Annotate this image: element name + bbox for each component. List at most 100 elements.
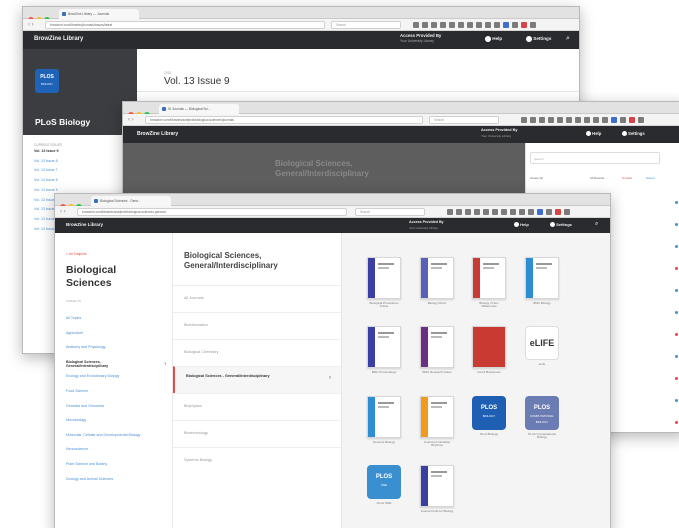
journal-thumbnail[interactable]: Journal of Circadian Rhythms	[420, 396, 456, 448]
forward-icon[interactable]: ›	[64, 209, 66, 215]
extension-icon[interactable]	[465, 209, 471, 215]
extension-icon[interactable]	[492, 209, 498, 215]
category-item[interactable]: Agriculture	[66, 331, 166, 347]
extension-icon[interactable]	[584, 117, 590, 123]
url-bar[interactable]: browzine.com/libraries/subjects/biologic…	[145, 116, 423, 124]
extension-icon[interactable]	[413, 22, 419, 28]
extension-icon[interactable]	[449, 22, 455, 28]
subject-item[interactable]: All Journals	[173, 285, 341, 312]
category-item[interactable]: Microbiology	[66, 418, 166, 434]
category-item[interactable]: Neuroscience	[66, 447, 166, 463]
category-item[interactable]: Molecular, Cellular and Developmental Bi…	[66, 433, 166, 449]
category-item[interactable]: Ecology and Evolutionary Biology	[66, 375, 166, 390]
journal-thumbnail[interactable]: eLIFE eLife	[525, 326, 561, 366]
panel-search-input[interactable]: Search	[530, 152, 660, 164]
help-button[interactable]: Help	[586, 131, 601, 137]
extension-icon[interactable]	[575, 117, 581, 123]
extension-icon[interactable]	[557, 117, 563, 123]
journal-thumbnail[interactable]: PLOS COMPUTATIONAL BIOLOGY PLoS Computatio…	[525, 396, 561, 440]
extension-icon[interactable]	[620, 117, 626, 123]
browser-search-field[interactable]: Search	[429, 116, 499, 124]
forward-icon[interactable]: ›	[132, 117, 134, 123]
journal-thumbnail[interactable]: Biological Procedures Online	[367, 257, 403, 309]
extension-icon[interactable]	[537, 209, 543, 215]
category-item-active[interactable]: Biological Sciences, General/Interdiscip…	[66, 360, 166, 376]
settings-button[interactable]: Settings	[622, 131, 645, 137]
extension-icon[interactable]	[483, 209, 489, 215]
category-item[interactable]: Genetics and Genomics	[66, 404, 166, 420]
back-icon[interactable]: ‹	[28, 22, 30, 28]
subject-item[interactable]: Biophysics	[173, 393, 341, 420]
extension-icon[interactable]	[458, 22, 464, 28]
journal-thumbnail[interactable]: BMC Proceedings	[367, 326, 403, 374]
browser-tab[interactable]: Biological Sciences - Gene...	[91, 196, 171, 206]
extension-icon[interactable]	[519, 209, 525, 215]
journal-thumbnail[interactable]: Genome Biology	[367, 396, 403, 444]
help-button[interactable]: Help	[514, 222, 529, 228]
issue-item[interactable]: Vol. 13 Issue 6	[23, 176, 137, 186]
journal-thumbnail[interactable]: Biology Direct	[420, 257, 456, 305]
extension-icon[interactable]	[456, 209, 462, 215]
back-icon[interactable]: ‹	[60, 209, 62, 215]
extension-icon[interactable]	[530, 117, 536, 123]
brand-logo[interactable]: BrowZine Library	[34, 36, 83, 42]
extension-icon[interactable]	[566, 117, 572, 123]
extension-icon[interactable]	[512, 22, 518, 28]
category-item[interactable]: Zoology and Animal Sciences	[66, 477, 166, 493]
journal-thumbnail[interactable]: Journal Code for Biology	[420, 465, 456, 513]
extension-icon[interactable]	[528, 209, 534, 215]
breadcrumb[interactable]: < All Subjects	[66, 252, 86, 256]
extension-icon[interactable]	[546, 209, 552, 215]
extension-icon[interactable]	[494, 22, 500, 28]
browser-tab[interactable]: BrowZine Library — Journals	[59, 9, 139, 19]
extension-icon[interactable]	[467, 22, 473, 28]
extension-icon[interactable]	[485, 22, 491, 28]
extension-icon[interactable]	[503, 22, 509, 28]
journal-thumbnail[interactable]: BMC Research Notes	[420, 326, 456, 374]
search-icon[interactable]: ⌕	[595, 221, 598, 228]
brand-logo[interactable]: BrowZine Library	[137, 131, 178, 137]
journal-thumbnail[interactable]: PLOS ONE PLoS ONE	[367, 465, 403, 505]
browser-tab[interactable]: St Journals — Biological Sci...	[159, 104, 239, 114]
journal-thumbnail[interactable]: Biology of Sex Differences	[472, 257, 508, 309]
subject-item[interactable]: Biotechnology	[173, 420, 341, 447]
search-icon[interactable]: ⌕	[566, 35, 570, 43]
category-item[interactable]: All Topics	[66, 316, 166, 332]
extension-icon[interactable]	[521, 117, 527, 123]
menu-icon[interactable]	[564, 209, 570, 215]
subject-item-active[interactable]: Biological Sciences - General/Interdisci…	[173, 366, 341, 393]
filter-unread[interactable]: Unread	[622, 176, 632, 180]
journal-thumbnail[interactable]: BMC Biology	[525, 257, 561, 305]
category-item[interactable]: Food Science	[66, 389, 166, 405]
extension-icon[interactable]	[555, 209, 561, 215]
browser-search-field[interactable]: Search	[331, 21, 401, 29]
category-item[interactable]: Plant Science and Botany	[66, 462, 166, 478]
extension-icon[interactable]	[548, 117, 554, 123]
journal-thumbnail[interactable]: Cell & Bioscience	[472, 326, 508, 374]
category-item[interactable]: Anatomy and Physiology	[66, 345, 166, 361]
issue-item[interactable]: Vol. 13 Issue 8	[23, 157, 137, 167]
extension-icon[interactable]	[629, 117, 635, 123]
settings-button[interactable]: Settings	[526, 36, 551, 42]
extension-icon[interactable]	[510, 209, 516, 215]
subject-item[interactable]: Biological Chemistry	[173, 339, 341, 366]
extension-icon[interactable]	[602, 117, 608, 123]
menu-icon[interactable]	[638, 117, 644, 123]
extension-icon[interactable]	[521, 22, 527, 28]
journal-thumbnail[interactable]: PLOS BIOLOGY PLoS Biology	[472, 396, 508, 436]
extension-icon[interactable]	[611, 117, 617, 123]
brand-logo[interactable]: BrowZine Library	[66, 222, 103, 227]
extension-icon[interactable]	[447, 209, 453, 215]
browser-search-field[interactable]: Search	[355, 208, 425, 216]
back-icon[interactable]: ‹	[128, 117, 130, 123]
extension-icon[interactable]	[539, 117, 545, 123]
settings-button[interactable]: Settings	[550, 222, 572, 228]
extension-icon[interactable]	[476, 22, 482, 28]
extension-icon[interactable]	[431, 22, 437, 28]
filter-saved[interactable]: Saved	[646, 176, 655, 180]
extension-icon[interactable]	[474, 209, 480, 215]
extension-icon[interactable]	[440, 22, 446, 28]
issue-item[interactable]: Vol. 13 Issue 7	[23, 166, 137, 176]
extension-icon[interactable]	[593, 117, 599, 123]
extension-icon[interactable]	[501, 209, 507, 215]
